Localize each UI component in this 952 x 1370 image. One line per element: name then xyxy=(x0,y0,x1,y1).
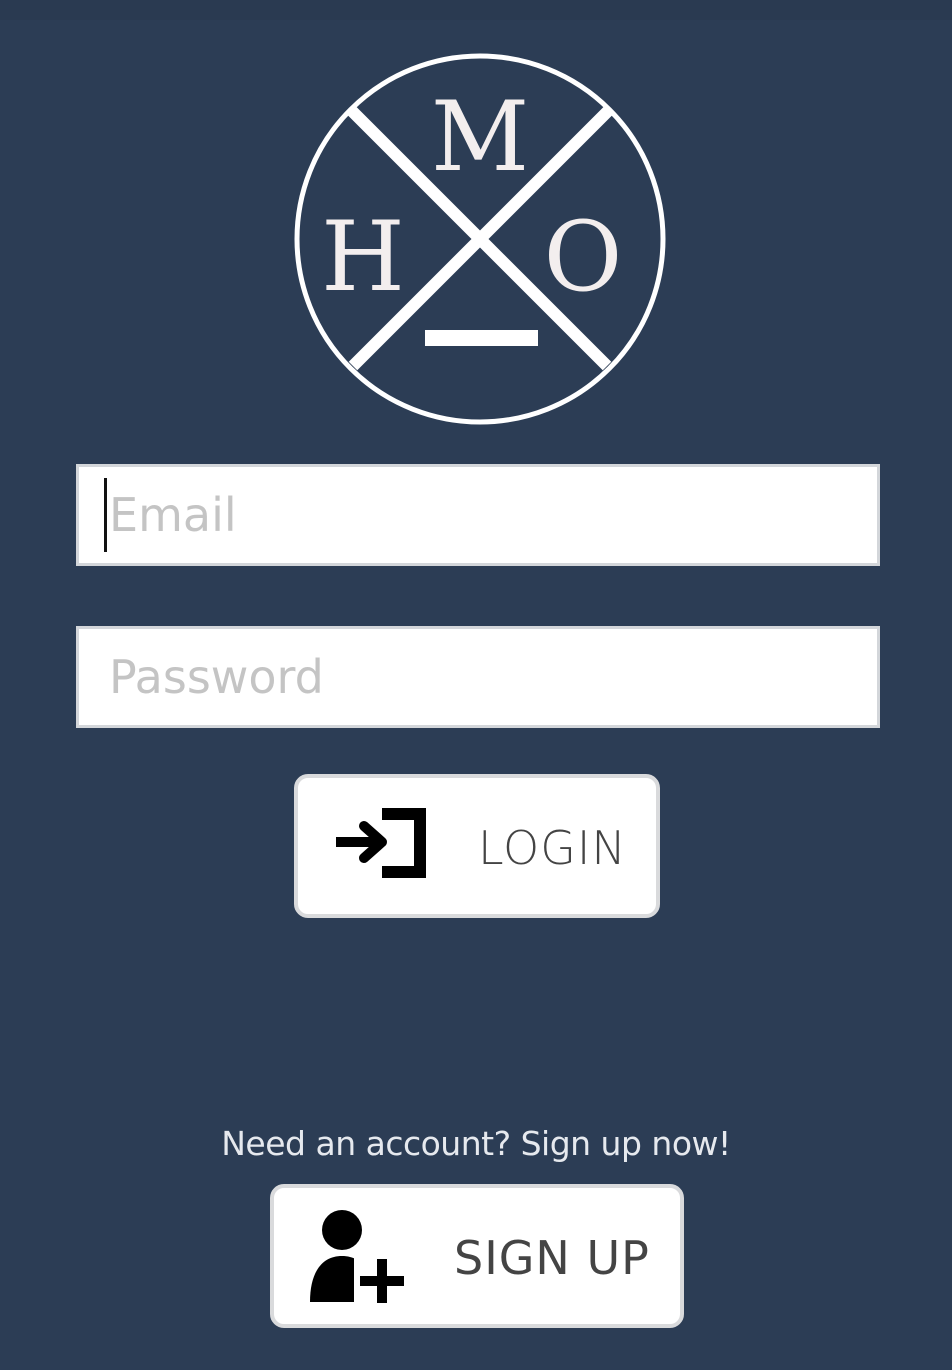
signup-prompt-text: Need an account? Sign up now! xyxy=(221,1124,731,1163)
login-button-label: LOGIN xyxy=(478,821,627,875)
password-input[interactable] xyxy=(79,629,877,725)
logo-letter-o: O xyxy=(544,201,623,313)
password-field[interactable] xyxy=(76,626,880,728)
add-user-icon xyxy=(308,1206,408,1310)
text-caret xyxy=(104,478,107,552)
hmo-logo: M H O xyxy=(293,50,667,428)
hmo-crossed-circle-logo-icon: M H O xyxy=(294,53,666,425)
logo-letter-h: H xyxy=(321,201,405,313)
status-bar-strip xyxy=(0,0,952,20)
signup-button[interactable]: SIGN UP xyxy=(270,1184,684,1328)
login-arrow-icon xyxy=(330,808,426,884)
logo-underline xyxy=(425,330,538,346)
email-field[interactable] xyxy=(76,464,880,566)
logo-letter-m: M xyxy=(431,81,529,193)
login-screen: M H O LOGIN Need an account? Sign up now… xyxy=(0,0,952,1370)
login-button[interactable]: LOGIN xyxy=(294,774,660,918)
signup-button-label: SIGN UP xyxy=(454,1231,650,1285)
email-input[interactable] xyxy=(79,467,877,563)
